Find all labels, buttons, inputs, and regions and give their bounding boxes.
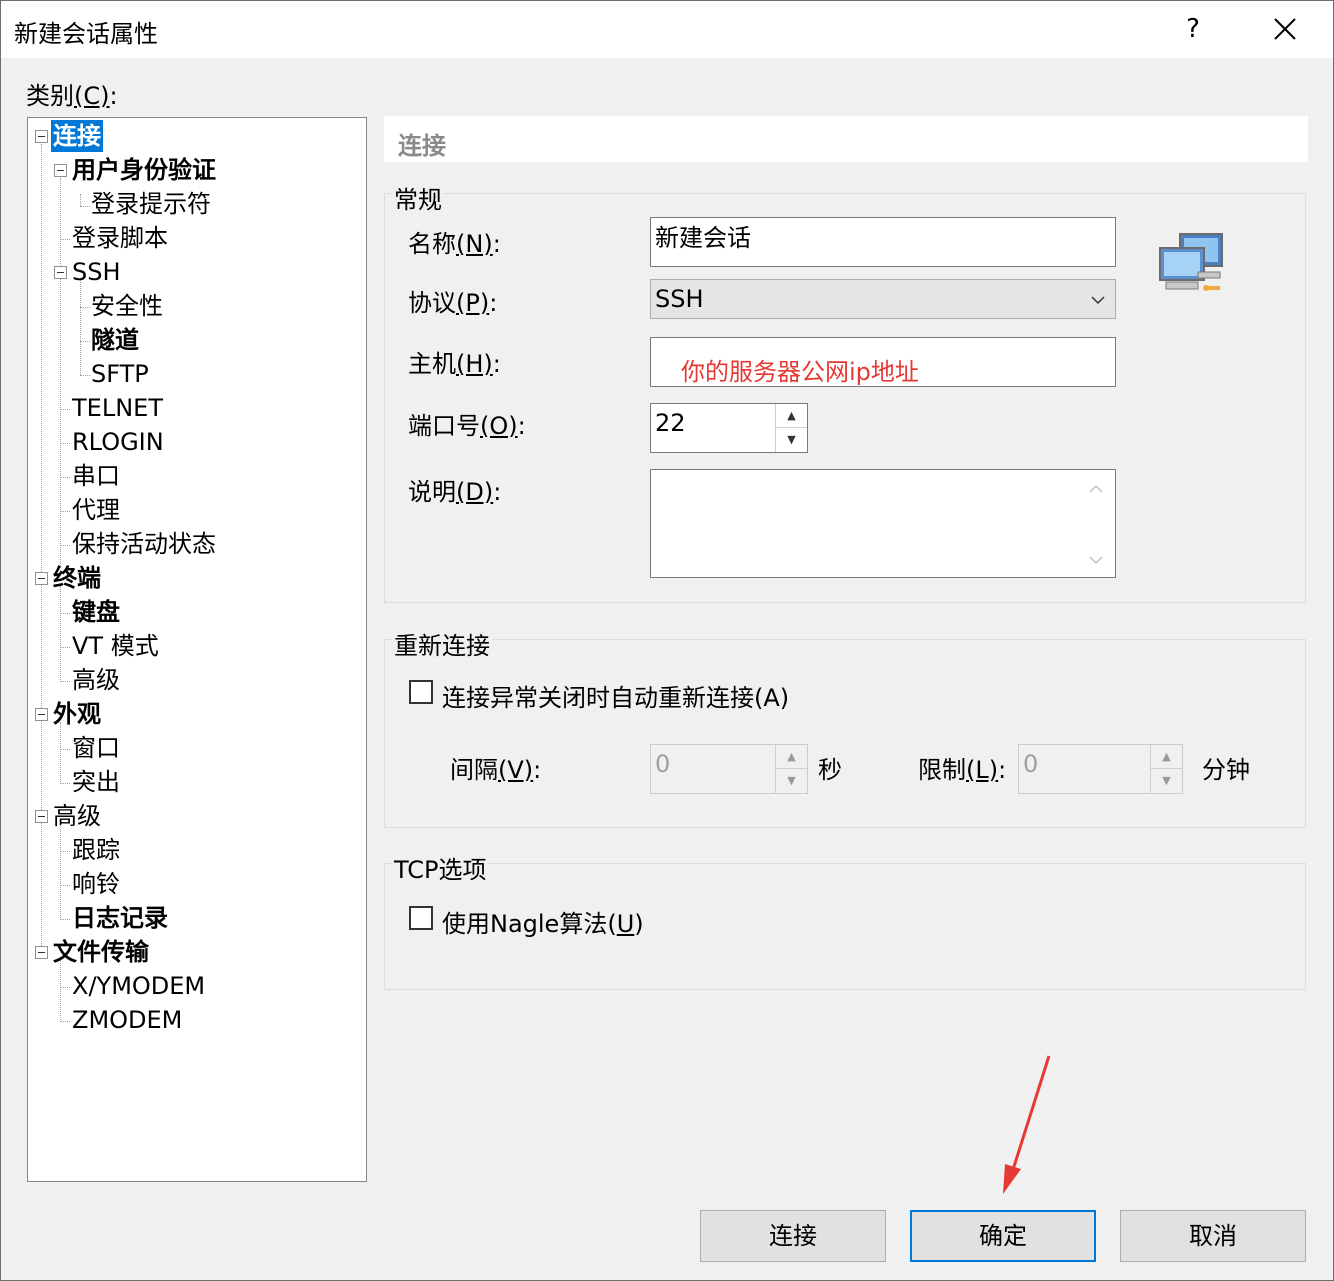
tree-item-connection[interactable]: 连接 <box>51 120 103 152</box>
tree-item-security[interactable]: 安全性 <box>91 290 163 322</box>
interval-value: 0 <box>655 750 671 778</box>
port-input[interactable]: 22 ▲ ▼ <box>650 403 808 453</box>
category-tree[interactable]: 连接 用户身份验证 登录提示符 登录脚本 SSH 安全性 隧道 SFTP TEL… <box>27 117 367 1182</box>
section-header <box>384 116 1308 162</box>
reconnect-group-label: 重新连接 <box>392 626 492 661</box>
spin-down-icon[interactable]: ▼ <box>776 769 807 793</box>
limit-input[interactable]: 0 ▲ ▼ <box>1018 744 1183 794</box>
tree-item-keyboard[interactable]: 键盘 <box>72 596 120 628</box>
scroll-up-icon[interactable] <box>1089 484 1103 494</box>
scroll-down-icon[interactable] <box>1089 555 1103 565</box>
tree-item-authentication[interactable]: 用户身份验证 <box>72 154 216 186</box>
tree-item-serial[interactable]: 串口 <box>72 460 120 492</box>
protocol-label: 协议(P): <box>408 289 498 317</box>
tree-item-window[interactable]: 窗口 <box>72 732 120 764</box>
tree-item-trace[interactable]: 跟踪 <box>72 834 120 866</box>
limit-spinner[interactable]: ▲ ▼ <box>1150 745 1182 793</box>
tree-item-zmodem[interactable]: ZMODEM <box>72 1004 182 1036</box>
expander-advanced[interactable] <box>35 810 48 823</box>
limit-label: 限制(L): <box>918 756 1007 784</box>
tree-item-highlight[interactable]: 突出 <box>72 766 120 798</box>
tree-item-bell[interactable]: 响铃 <box>72 868 120 900</box>
tree-item-keepalive[interactable]: 保持活动状态 <box>72 528 216 560</box>
name-label: 名称(N): <box>408 230 501 258</box>
protocol-select[interactable]: SSH <box>650 279 1116 319</box>
port-label: 端口号(O): <box>408 412 526 440</box>
chevron-down-icon <box>1091 296 1105 305</box>
expander-authentication[interactable] <box>54 164 67 177</box>
interval-input[interactable]: 0 ▲ ▼ <box>650 744 808 794</box>
tree-item-vt-mode[interactable]: VT 模式 <box>72 630 159 662</box>
tree-item-xymodem[interactable]: X/YMODEM <box>72 970 205 1002</box>
host-label: 主机(H): <box>408 350 501 378</box>
nagle-checkbox[interactable] <box>409 906 433 930</box>
close-icon <box>1274 18 1296 40</box>
auto-reconnect-checkbox[interactable] <box>409 680 433 704</box>
description-textarea[interactable] <box>650 469 1116 578</box>
interval-spinner[interactable]: ▲ ▼ <box>775 745 807 793</box>
protocol-value: SSH <box>655 285 704 313</box>
cancel-button[interactable]: 取消 <box>1120 1210 1306 1262</box>
section-title: 连接 <box>398 132 446 160</box>
limit-unit: 分钟 <box>1202 756 1250 784</box>
expander-connection[interactable] <box>35 130 48 143</box>
expander-terminal[interactable] <box>35 572 48 585</box>
interval-unit: 秒 <box>818 756 842 784</box>
tree-item-tunnel[interactable]: 隧道 <box>91 324 139 356</box>
tree-item-advanced[interactable]: 高级 <box>53 800 101 832</box>
tree-item-login-script[interactable]: 登录脚本 <box>72 222 168 254</box>
host-input[interactable]: 你的服务器公网ip地址 <box>650 337 1116 387</box>
description-label: 说明(D): <box>408 478 502 506</box>
interval-label: 间隔(V): <box>450 756 542 784</box>
expander-appearance[interactable] <box>35 708 48 721</box>
tree-item-sftp[interactable]: SFTP <box>91 358 149 390</box>
connect-button[interactable]: 连接 <box>700 1210 886 1262</box>
port-value: 22 <box>655 409 686 437</box>
close-button[interactable] <box>1260 8 1310 50</box>
host-annotation: 你的服务器公网ip地址 <box>681 358 919 386</box>
nagle-label[interactable]: 使用Nagle算法(U) <box>442 904 644 939</box>
expander-ssh[interactable] <box>54 266 67 279</box>
tree-item-file-transfer[interactable]: 文件传输 <box>53 936 149 968</box>
tree-item-login-prompts[interactable]: 登录提示符 <box>91 188 211 220</box>
limit-value: 0 <box>1023 750 1039 778</box>
tree-item-ssh[interactable]: SSH <box>72 256 121 288</box>
session-computers-icon <box>1158 230 1228 302</box>
spin-down-icon[interactable]: ▼ <box>1151 769 1182 793</box>
port-spinner[interactable]: ▲ ▼ <box>775 404 807 452</box>
tree-item-proxy[interactable]: 代理 <box>72 494 120 526</box>
tree-item-appearance[interactable]: 外观 <box>53 698 101 730</box>
general-group-label: 常规 <box>392 180 444 215</box>
title-bar <box>0 0 1334 58</box>
help-button[interactable]: ? <box>1170 8 1216 50</box>
tree-item-rlogin[interactable]: RLOGIN <box>72 426 164 458</box>
window-title: 新建会话属性 <box>14 20 158 48</box>
tree-item-terminal-advanced[interactable]: 高级 <box>72 664 120 696</box>
ok-button[interactable]: 确定 <box>910 1210 1096 1262</box>
category-label: 类别(C): <box>26 82 118 110</box>
expander-file-transfer[interactable] <box>35 946 48 959</box>
tcp-group-label: TCP选项 <box>392 850 489 885</box>
name-input[interactable]: 新建会话 <box>650 217 1116 267</box>
annotation-arrow-icon <box>1003 1055 1051 1194</box>
tree-item-terminal[interactable]: 终端 <box>53 562 101 594</box>
tree-item-logging[interactable]: 日志记录 <box>72 902 168 934</box>
tree-item-telnet[interactable]: TELNET <box>72 392 163 424</box>
auto-reconnect-label[interactable]: 连接异常关闭时自动重新连接(A) <box>442 678 789 713</box>
spin-down-icon[interactable]: ▼ <box>776 428 807 452</box>
